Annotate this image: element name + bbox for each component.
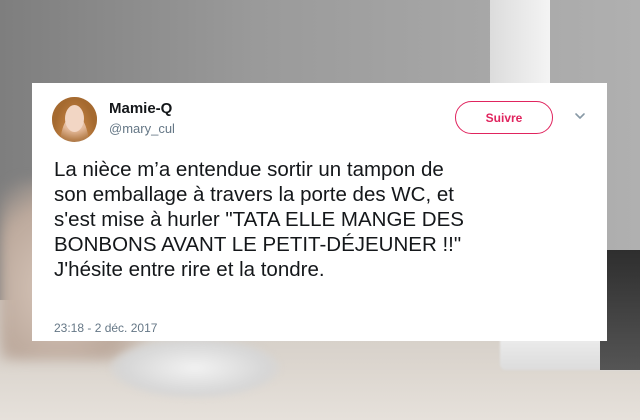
user-handle[interactable]: @mary_cul [109,121,175,136]
chevron-down-icon[interactable] [573,109,587,123]
display-name[interactable]: Mamie-Q [109,100,172,117]
follow-button[interactable]: Suivre [455,101,553,134]
tweet-text: La nièce m’a entendue sortir un tampon d… [54,158,464,281]
tweet-timestamp[interactable]: 23:18 - 2 déc. 2017 [54,321,157,335]
background-mouse [110,338,280,398]
tweet-card: Mamie-Q @mary_cul Suivre La nièce m’a en… [32,83,607,341]
background-monitor [490,0,550,90]
avatar[interactable] [52,97,97,142]
avatar-face [65,105,84,132]
